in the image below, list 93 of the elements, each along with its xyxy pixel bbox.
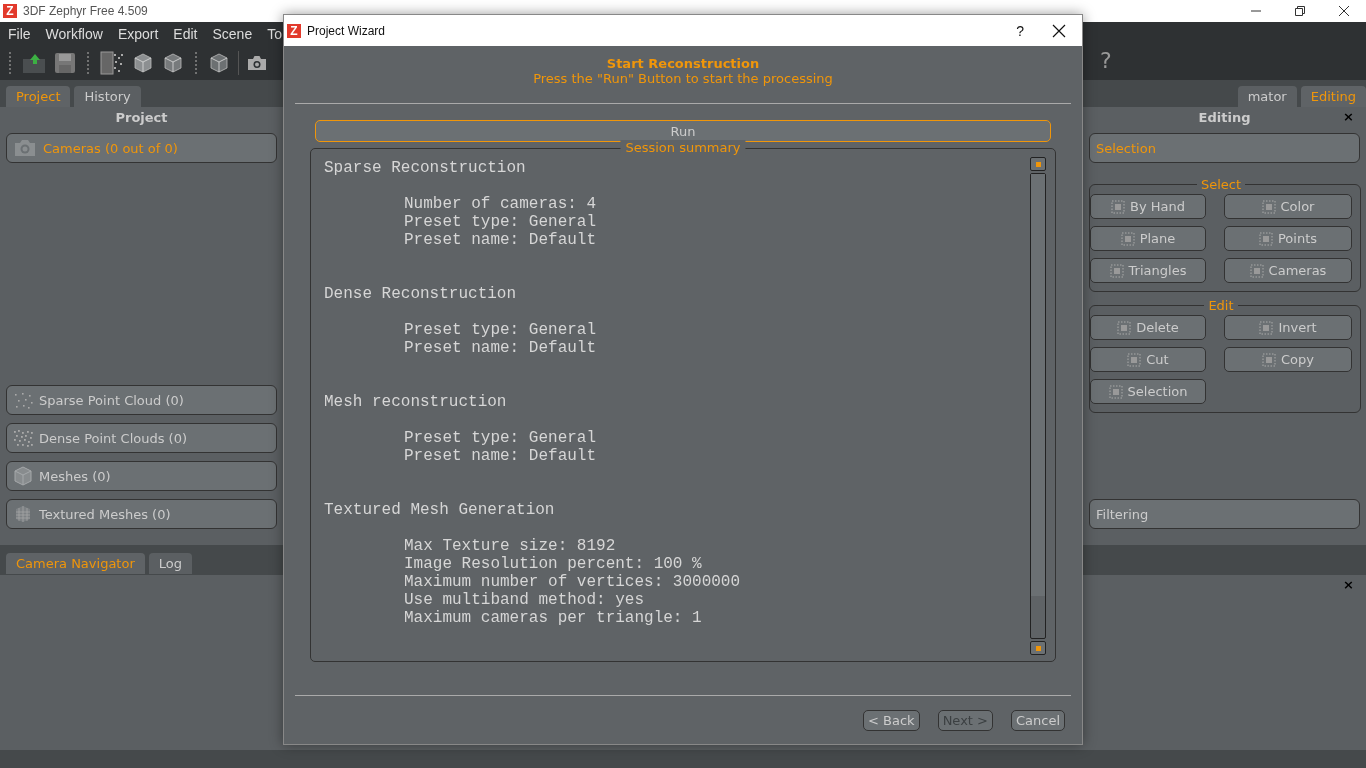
list-item[interactable]: Filtering — [1089, 499, 1360, 529]
close-icon[interactable] — [1338, 5, 1350, 17]
tool-button[interactable]: Invert — [1224, 315, 1352, 340]
dotted-square-icon — [1262, 352, 1276, 367]
summary-heading: Textured Mesh Generation — [324, 501, 556, 519]
grip-icon — [8, 51, 12, 74]
textured-cube-icon[interactable] — [208, 51, 230, 74]
summary-line: Preset type: General — [404, 213, 597, 231]
camera-icon[interactable] — [247, 54, 267, 71]
list-item[interactable]: Dense Point Clouds (0) — [6, 423, 277, 453]
window-title: 3DF Zephyr Free 4.509 — [23, 4, 148, 18]
dialog-button[interactable]: Cancel — [1010, 710, 1065, 731]
dotted-square-icon — [1117, 320, 1132, 335]
tool-button[interactable]: Points — [1224, 226, 1352, 251]
list-item[interactable]: Sparse Point Cloud (0) — [6, 385, 277, 415]
grip-icon — [194, 51, 198, 74]
close-button[interactable]: × — [1343, 109, 1354, 124]
menu-item[interactable]: Workflow — [45, 25, 103, 42]
camera-icon — [13, 139, 37, 157]
summary-line: Preset name: Default — [404, 447, 597, 465]
dotted-square-icon — [1258, 231, 1273, 246]
menu-item[interactable]: Scene — [212, 25, 253, 42]
wizard-subheading: Press the "Run" Button to start the processing — [533, 71, 833, 86]
wizard-heading: Start Reconstruction — [606, 56, 760, 71]
help-button[interactable]: ? — [1016, 22, 1024, 39]
menu-item[interactable]: Edit — [173, 25, 198, 42]
panel-tab[interactable]: Camera Navigator — [6, 553, 145, 574]
dotted-square-icon — [1261, 199, 1276, 214]
summary-line: Preset type: General — [404, 429, 597, 447]
summary-line: Image Resolution percent: 100 % — [404, 555, 702, 573]
tool-button[interactable]: Plane — [1090, 226, 1206, 251]
cube-icon[interactable] — [162, 51, 184, 74]
dotted-square-icon — [1249, 263, 1264, 278]
summary-line: Number of cameras: 4 — [404, 195, 597, 213]
summary-heading: Sparse Reconstruction — [324, 159, 527, 177]
sparse-dots-icon — [13, 391, 33, 409]
tool-button[interactable]: Delete — [1090, 315, 1206, 340]
grip-icon — [86, 51, 90, 74]
dotted-cube-icon[interactable] — [132, 51, 154, 74]
save-icon[interactable] — [54, 51, 76, 74]
run-button[interactable]: Run — [315, 120, 1051, 142]
dialog-title: Project Wizard — [307, 23, 386, 38]
dotted-square-icon — [1259, 320, 1274, 335]
summary-heading: Dense Reconstruction — [324, 285, 518, 303]
menu-item[interactable]: Export — [117, 25, 159, 42]
list-item[interactable]: Meshes (0) — [6, 461, 277, 491]
tool-button[interactable]: Color — [1224, 194, 1352, 219]
menu-item[interactable]: To — [267, 25, 282, 42]
summary-line: Preset type: General — [404, 321, 597, 339]
summary-line: Maximum cameras per triangle: 1 — [404, 609, 702, 627]
group-title: Select — [1199, 177, 1243, 192]
dotted-square-icon — [1127, 352, 1142, 367]
summary-title: Session summary — [620, 140, 746, 155]
help-button[interactable]: ? — [1100, 48, 1112, 73]
maximize-icon[interactable] — [1294, 5, 1306, 17]
list-item[interactable]: Cameras (0 out of 0) — [6, 133, 277, 163]
list-item[interactable]: Textured Meshes (0) — [6, 499, 277, 529]
point-cloud-icon[interactable] — [100, 50, 124, 75]
panel-tab[interactable]: Log — [148, 553, 192, 574]
group-title: Edit — [1207, 298, 1235, 313]
summary-heading: Mesh reconstruction — [324, 393, 508, 411]
dotted-square-icon — [1111, 199, 1125, 214]
dialog-button[interactable]: < Back — [863, 710, 920, 731]
panel-title: Editing — [1198, 109, 1251, 127]
scrollbar[interactable] — [1030, 157, 1046, 655]
panel-title: Project — [115, 109, 168, 127]
grid-cube-icon — [13, 504, 33, 524]
panel-tab[interactable]: Editing — [1300, 86, 1366, 107]
cube-icon — [13, 466, 33, 486]
panel-tab[interactable]: mator — [1237, 86, 1297, 107]
tool-button[interactable]: Cameras — [1224, 258, 1352, 283]
tool-button[interactable]: By Hand — [1090, 194, 1206, 219]
app-logo: Z — [3, 4, 17, 18]
dense-dots-icon — [13, 429, 33, 447]
dotted-square-icon — [1109, 263, 1124, 278]
panel-tab[interactable]: History — [74, 86, 141, 107]
summary-line: Maximum number of vertices: 3000000 — [404, 573, 741, 591]
tool-button[interactable]: Triangles — [1090, 258, 1206, 283]
panel-tab[interactable]: Project — [6, 86, 71, 107]
app-logo: Z — [287, 23, 301, 38]
close-icon[interactable] — [1052, 23, 1066, 38]
summary-line: Max Texture size: 8192 — [404, 537, 616, 555]
tool-button[interactable]: Cut — [1090, 347, 1206, 372]
menu-item[interactable]: File — [8, 25, 31, 42]
dotted-square-icon — [1120, 231, 1135, 246]
summary-line: Preset name: Default — [404, 339, 597, 357]
list-item[interactable]: Selection — [1089, 133, 1360, 163]
summary-line: Preset name: Default — [404, 231, 597, 249]
tool-button[interactable]: Selection — [1090, 379, 1206, 404]
dotted-square-icon — [1108, 384, 1123, 399]
summary-line: Use multiband method: yes — [404, 591, 645, 609]
close-button[interactable]: × — [1343, 577, 1354, 592]
tool-button[interactable]: Copy — [1224, 347, 1352, 372]
